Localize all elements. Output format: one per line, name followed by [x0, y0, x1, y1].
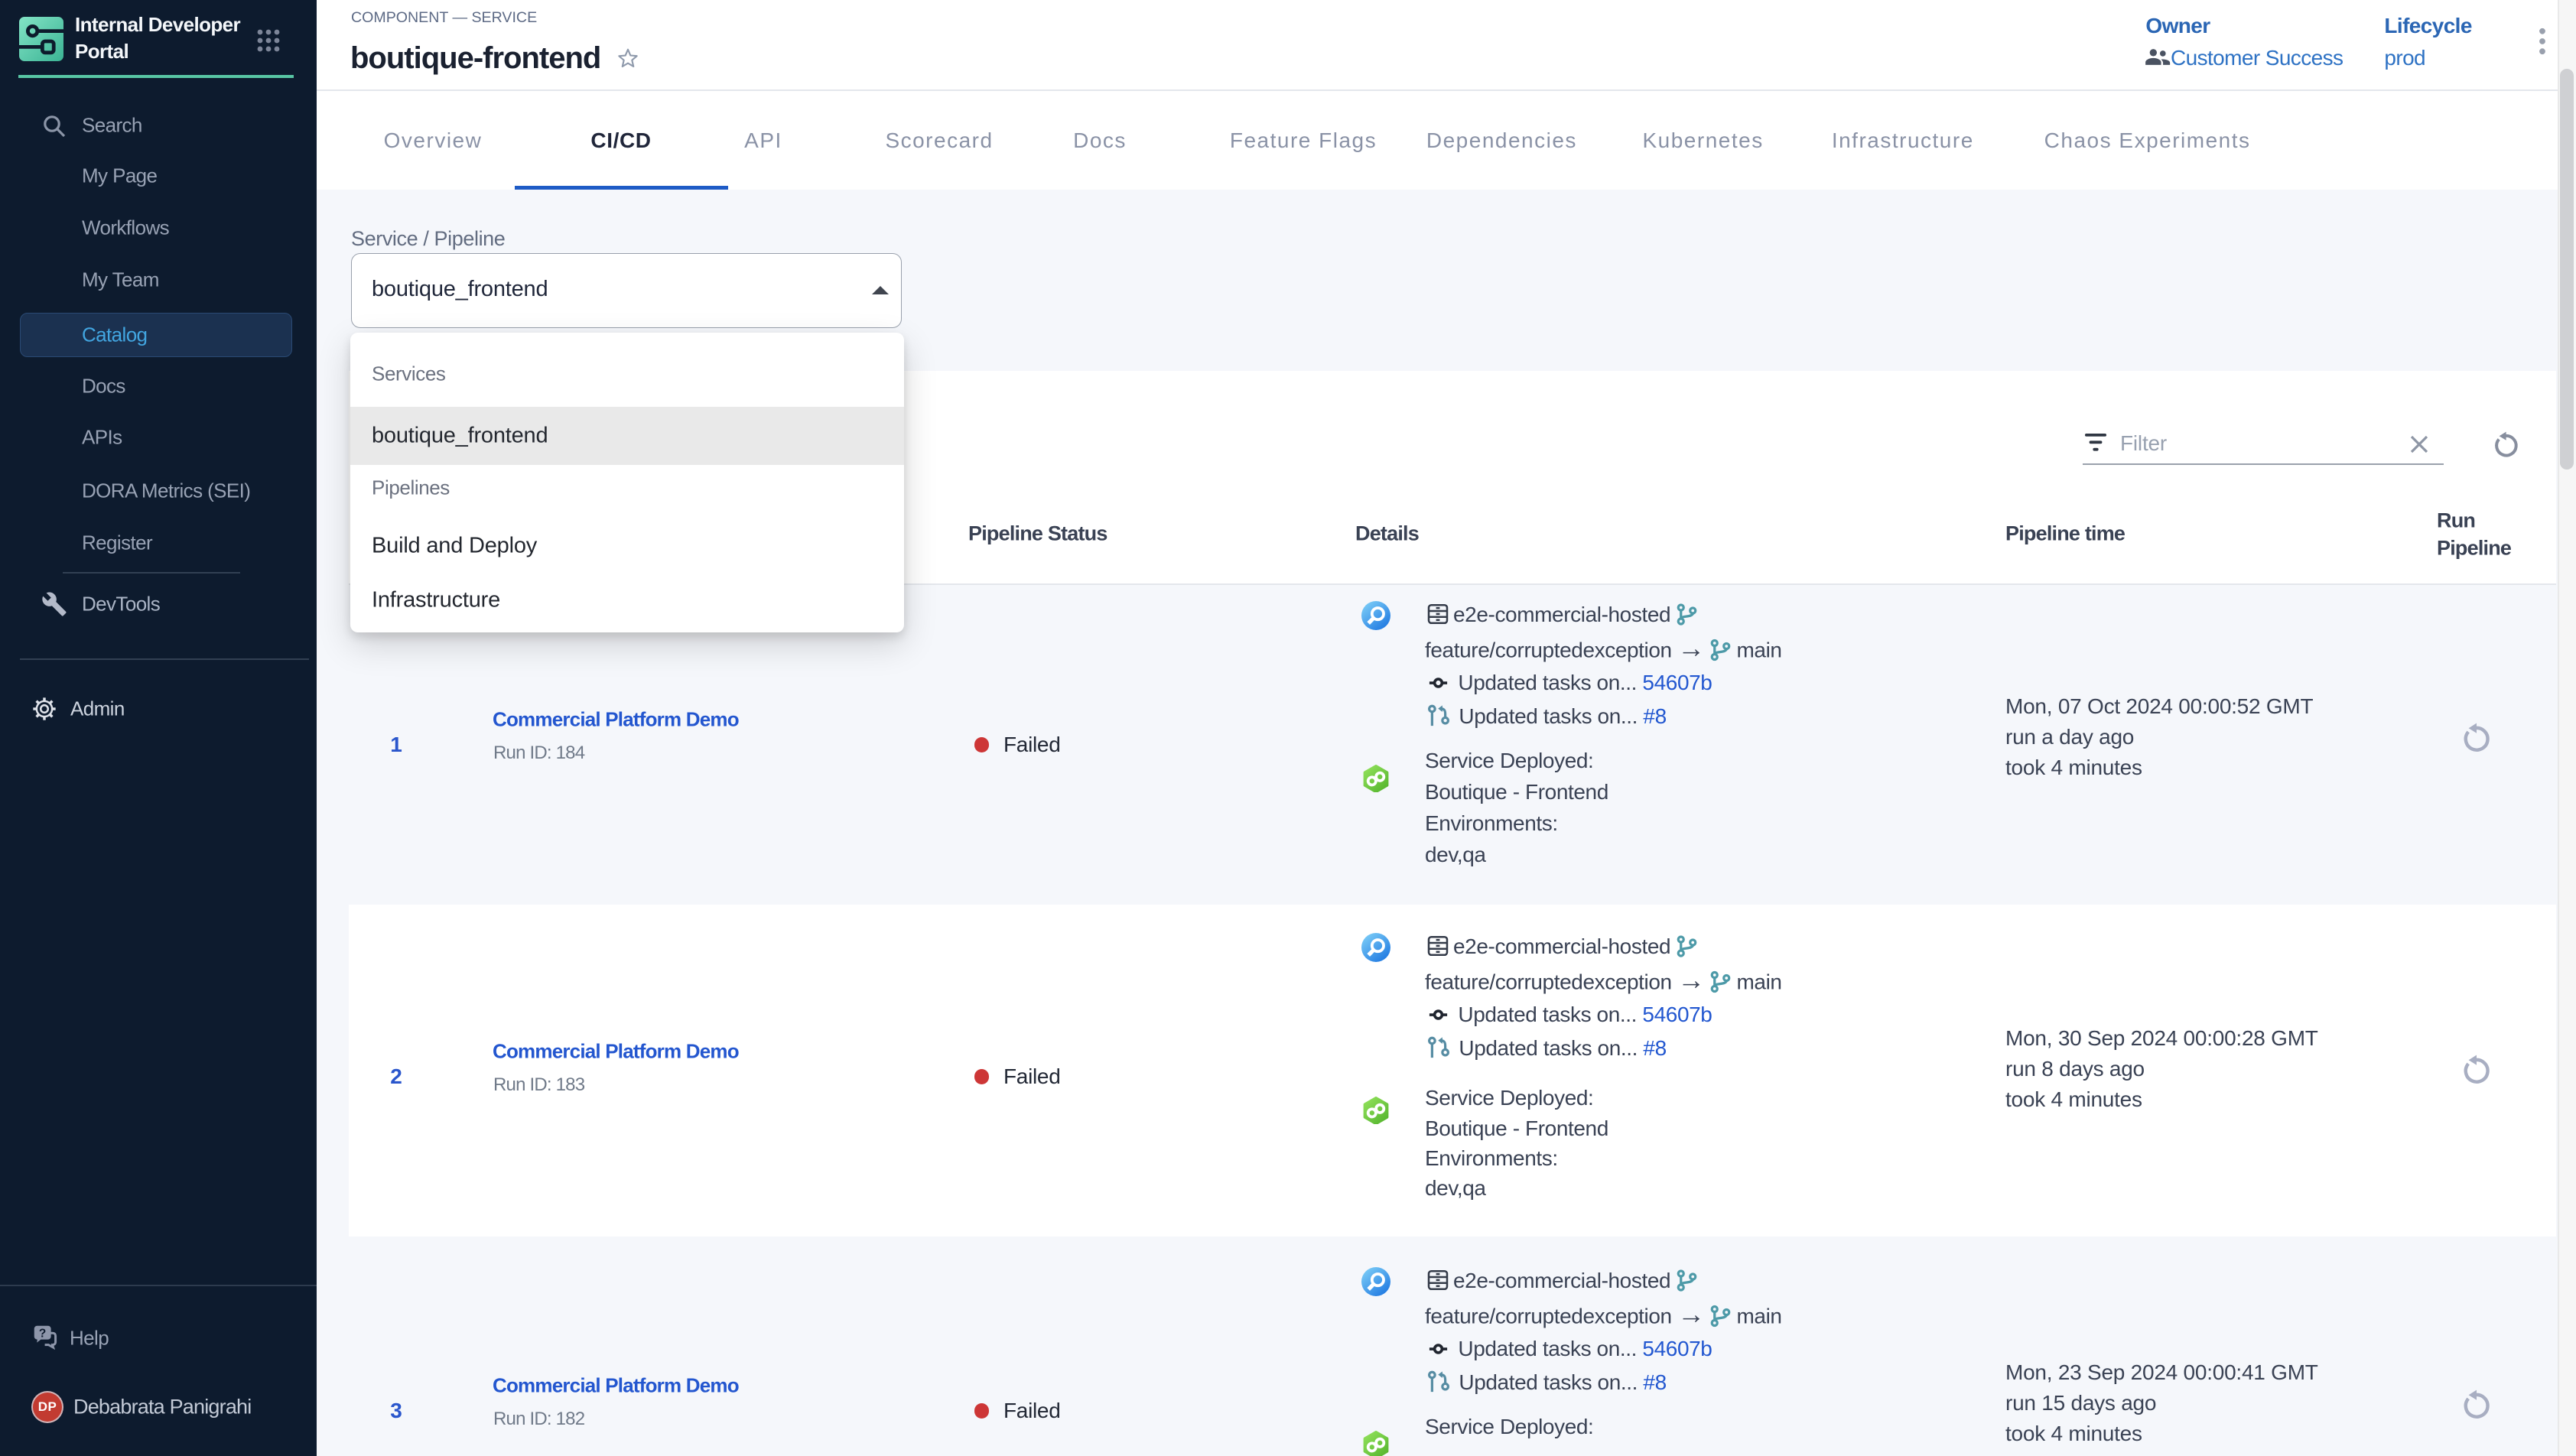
- svg-text:?: ?: [39, 1327, 46, 1340]
